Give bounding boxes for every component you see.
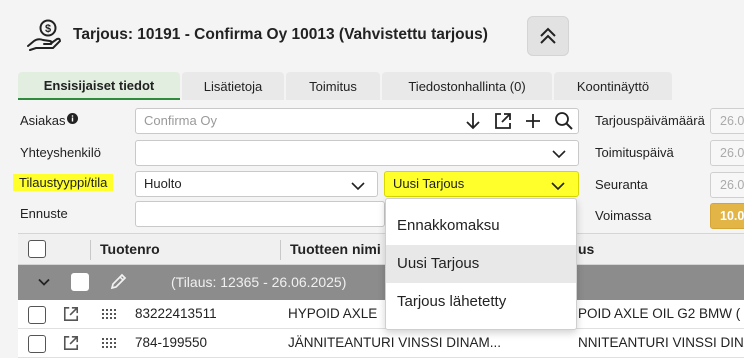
plus-icon[interactable] [524, 112, 542, 130]
column-header-tuotteen-nimi[interactable]: Tuotteen nimi [290, 241, 381, 257]
drag-handle-icon[interactable] [102, 309, 116, 321]
arrow-down-icon[interactable] [465, 112, 481, 130]
group-label: (Tilaus: 12365 - 26.06.2025) [171, 274, 347, 290]
drag-handle-icon[interactable] [102, 338, 116, 350]
tilaustyyppi-select[interactable]: Huolto [135, 171, 378, 197]
external-link-icon[interactable] [63, 306, 79, 322]
group-row: (Tilaus: 12365 - 26.06.2025) [18, 265, 744, 300]
group-checkbox[interactable] [71, 273, 89, 291]
table-row[interactable]: 784-199550 JÄNNITEANTURI VINSSI DINAM...… [18, 329, 744, 358]
pencil-icon[interactable] [108, 272, 128, 292]
column-header-kuvaus[interactable]: us [578, 241, 594, 257]
toimituspaiva-label: Toimituspäivä [595, 145, 674, 160]
search-icon[interactable] [554, 111, 574, 131]
info-icon [66, 113, 78, 124]
tab-toimitus[interactable]: Toimitus [286, 72, 380, 100]
asiakas-field[interactable]: Confirma Oy [135, 108, 579, 134]
voimassa-field[interactable]: 10.0 [710, 203, 744, 229]
seuranta-label: Seuranta [595, 177, 648, 192]
yhteyshenkilo-select[interactable] [135, 140, 579, 166]
asiakas-label: Asiakas [20, 113, 78, 128]
dropdown-option-ennakkomaksu[interactable]: Ennakkomaksu [386, 207, 576, 245]
hand-money-icon: $ [26, 19, 62, 51]
row-checkbox[interactable] [28, 335, 46, 353]
double-chevron-up-icon [540, 27, 556, 44]
voimassa-label: Voimassa [595, 208, 652, 223]
cell-tuotteen-nimi: JÄNNITEANTURI VINSSI DINAM... [288, 335, 502, 350]
external-link-icon[interactable] [494, 112, 512, 130]
tarjouspaivamaara-field[interactable]: 26.0 [710, 108, 744, 134]
tilaustyyppi-label: Tilaustyyppi/tila [13, 174, 114, 191]
cell-kuvaus: NNITEANTURI VINSSI DINA [578, 335, 744, 350]
status-dropdown-menu: Ennakkomaksu Uusi Tarjous Tarjous lähete… [385, 198, 577, 330]
collapse-header-button[interactable] [527, 16, 569, 56]
svg-text:$: $ [45, 23, 51, 35]
column-header-tuotenro[interactable]: Tuotenro [100, 241, 160, 257]
cell-tuotteen-nimi: HYPOID AXLE [288, 306, 378, 321]
dropdown-option-uusi-tarjous[interactable]: Uusi Tarjous [386, 245, 576, 283]
ennuste-field[interactable] [135, 201, 385, 227]
yhteyshenkilo-label: Yhteyshenkilö [20, 145, 101, 160]
select-all-checkbox[interactable] [28, 240, 46, 258]
tab-koontinaytto[interactable]: Koontinäyttö [554, 72, 672, 100]
chevron-down-icon[interactable] [38, 278, 50, 287]
seuranta-field[interactable]: 26.0 [710, 172, 744, 198]
grid-header: Tuotenro Tuotteen nimi us [18, 233, 744, 265]
cell-tuotenro: 784-199550 [135, 335, 208, 350]
cell-tuotenro: 83222413511 [135, 306, 217, 321]
cell-kuvaus: POID AXLE OIL G2 BMW ( [578, 306, 741, 321]
external-link-icon[interactable] [63, 335, 79, 351]
table-row[interactable]: 83222413511 HYPOID AXLE POID AXLE OIL G2… [18, 300, 744, 329]
tab-lisatietoja[interactable]: Lisätietoja [182, 72, 284, 100]
ennuste-label: Ennuste [20, 206, 68, 221]
tab-ensisijaiset-tiedot[interactable]: Ensisijaiset tiedot [18, 72, 180, 100]
toimituspaiva-field[interactable]: 26.0 [710, 140, 744, 166]
tab-tiedostonhallinta[interactable]: Tiedostonhallinta (0) [382, 72, 552, 100]
row-checkbox[interactable] [28, 306, 46, 324]
chevron-down-icon [551, 182, 565, 191]
tila-select[interactable]: Uusi Tarjous [384, 171, 579, 197]
chevron-down-icon [351, 182, 365, 191]
chevron-down-icon [552, 150, 566, 159]
dropdown-option-tarjous-lahetetty[interactable]: Tarjous lähetetty [386, 283, 576, 321]
page-title: Tarjous: 10191 - Confirma Oy 10013 (Vahv… [73, 26, 488, 43]
tarjouspaivamaara-label: Tarjouspäivämäärä [595, 113, 705, 128]
